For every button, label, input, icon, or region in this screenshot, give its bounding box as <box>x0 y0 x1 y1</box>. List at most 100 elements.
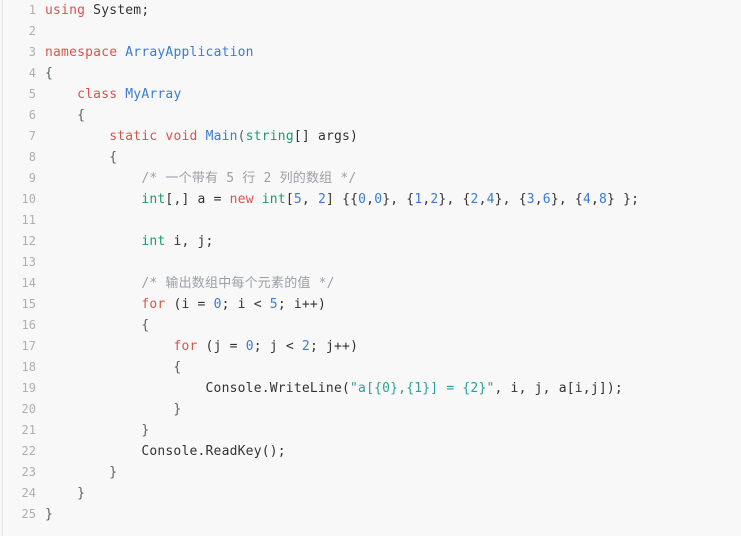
line-content[interactable]: } <box>45 462 741 483</box>
code-listing: 1 using System; 2 3 namespace ArrayApplicati… <box>0 0 741 525</box>
token-plain: (i = <box>165 297 214 312</box>
token-plain: System; <box>85 3 150 18</box>
token-plain: }, { <box>494 192 527 207</box>
line-content[interactable]: } <box>45 504 741 525</box>
code-line[interactable]: 1 using System; <box>0 0 741 21</box>
line-content[interactable]: } <box>45 483 741 504</box>
token-type: int <box>141 192 166 207</box>
token-num: 2 <box>317 192 327 207</box>
line-number: 15 <box>21 297 36 311</box>
code-line[interactable]: 14 /* 输出数组中每个元素的值 */ <box>0 273 741 294</box>
token-num: 0 <box>245 339 254 354</box>
code-line[interactable]: 22 Console.ReadKey(); <box>0 441 741 462</box>
line-content[interactable]: } <box>45 420 741 441</box>
line-number: 21 <box>21 423 36 437</box>
line-content[interactable]: } <box>45 399 741 420</box>
code-line[interactable]: 23 } <box>0 462 741 483</box>
line-content[interactable]: { <box>45 63 741 84</box>
token-plain: ; j < <box>253 339 302 354</box>
code-line[interactable]: 13 <box>0 252 741 273</box>
line-content[interactable]: /* 输出数组中每个元素的值 */ <box>45 273 741 294</box>
line-content[interactable]: Console.ReadKey(); <box>45 441 741 462</box>
token-num: 4 <box>486 192 495 207</box>
code-line[interactable]: 19 Console.WriteLine("a[{0},{1}] = {2}",… <box>0 378 741 399</box>
line-content[interactable]: { <box>45 315 741 336</box>
line-number: 19 <box>21 381 36 395</box>
line-content[interactable]: for (j = 0; j < 2; j++) <box>45 336 741 357</box>
line-number: 25 <box>21 507 36 521</box>
line-number: 20 <box>21 402 36 416</box>
code-viewer[interactable]: 1 using System; 2 3 namespace ArrayApplicati… <box>0 0 741 536</box>
code-line[interactable]: 17 for (j = 0; j < 2; j++) <box>0 336 741 357</box>
token-num: 5 <box>269 297 278 312</box>
line-number: 3 <box>28 45 36 59</box>
token-num: 0 <box>374 192 383 207</box>
token-punct: { <box>45 318 150 333</box>
line-number: 7 <box>28 129 36 143</box>
code-line[interactable]: 16 { <box>0 315 741 336</box>
token-plain: ; i++) <box>277 297 326 312</box>
line-content[interactable]: class MyArray <box>45 84 741 105</box>
token-plain: Console.ReadKey(); <box>45 444 286 459</box>
line-content[interactable] <box>45 210 741 231</box>
token-plain: }, { <box>382 192 415 207</box>
line-content[interactable] <box>45 252 741 273</box>
line-content[interactable]: namespace ArrayApplication <box>45 42 741 63</box>
code-line[interactable]: 11 <box>0 210 741 231</box>
token-punct: { <box>45 360 182 375</box>
line-number: 4 <box>28 66 36 80</box>
code-line[interactable]: 7 static void Main(string[] args) <box>0 126 741 147</box>
line-content[interactable]: { <box>45 105 741 126</box>
line-number: 6 <box>28 108 36 122</box>
token-plain: ; i < <box>221 297 270 312</box>
line-content[interactable]: int i, j; <box>45 231 741 252</box>
line-content[interactable] <box>45 21 741 42</box>
line-number: 24 <box>21 486 36 500</box>
code-line[interactable]: 25} <box>0 504 741 525</box>
line-content[interactable]: { <box>45 357 741 378</box>
token-punct: } <box>45 402 182 417</box>
token-punct: } <box>45 507 54 522</box>
code-line[interactable]: 21 } <box>0 420 741 441</box>
line-content[interactable]: using System; <box>45 0 741 21</box>
gutter-divider <box>2 0 3 536</box>
token-com: /* 一个带有 5 行 2 列的数组 */ <box>141 171 357 186</box>
token-plain: ] {{ <box>326 192 359 207</box>
line-content[interactable]: static void Main(string[] args) <box>45 126 741 147</box>
token-plain: (j = <box>197 339 246 354</box>
code-line[interactable]: 5 class MyArray <box>0 84 741 105</box>
code-line[interactable]: 20 } <box>0 399 741 420</box>
code-line[interactable]: 18 { <box>0 357 741 378</box>
token-type: int <box>261 192 286 207</box>
token-plain: }, { <box>550 192 583 207</box>
code-line[interactable]: 12 int i, j; <box>0 231 741 252</box>
code-line[interactable]: 8 { <box>0 147 741 168</box>
code-line[interactable]: 2 <box>0 21 741 42</box>
token-num: 6 <box>542 192 551 207</box>
token-cls: Main <box>205 129 238 144</box>
line-content[interactable]: for (i = 0; i < 5; i++) <box>45 294 741 315</box>
code-line[interactable]: 4{ <box>0 63 741 84</box>
line-content[interactable]: { <box>45 147 741 168</box>
code-line[interactable]: 10 int[,] a = new int[5, 2] {{0,0}, {1,2… <box>0 189 741 210</box>
line-content[interactable]: int[,] a = new int[5, 2] {{0,0}, {1,2}, … <box>45 189 741 210</box>
token-num: 2 <box>301 339 310 354</box>
token-kw: static <box>109 129 158 144</box>
code-line[interactable]: 6 { <box>0 105 741 126</box>
token-plain: }, { <box>438 192 471 207</box>
code-line[interactable]: 3 namespace ArrayApplication <box>0 42 741 63</box>
code-line[interactable]: 24 } <box>0 483 741 504</box>
line-content[interactable]: Console.WriteLine("a[{0},{1}] = {2}", i,… <box>45 378 741 399</box>
token-num: 0 <box>213 297 222 312</box>
line-number: 17 <box>21 339 36 353</box>
token-num: 3 <box>526 192 535 207</box>
line-content[interactable]: /* 一个带有 5 行 2 列的数组 */ <box>45 168 741 189</box>
code-line[interactable]: 9 /* 一个带有 5 行 2 列的数组 */ <box>0 168 741 189</box>
line-number: 5 <box>28 87 36 101</box>
line-number: 11 <box>21 213 36 227</box>
token-plain: } }; <box>607 192 640 207</box>
code-line[interactable]: 15 for (i = 0; i < 5; i++) <box>0 294 741 315</box>
